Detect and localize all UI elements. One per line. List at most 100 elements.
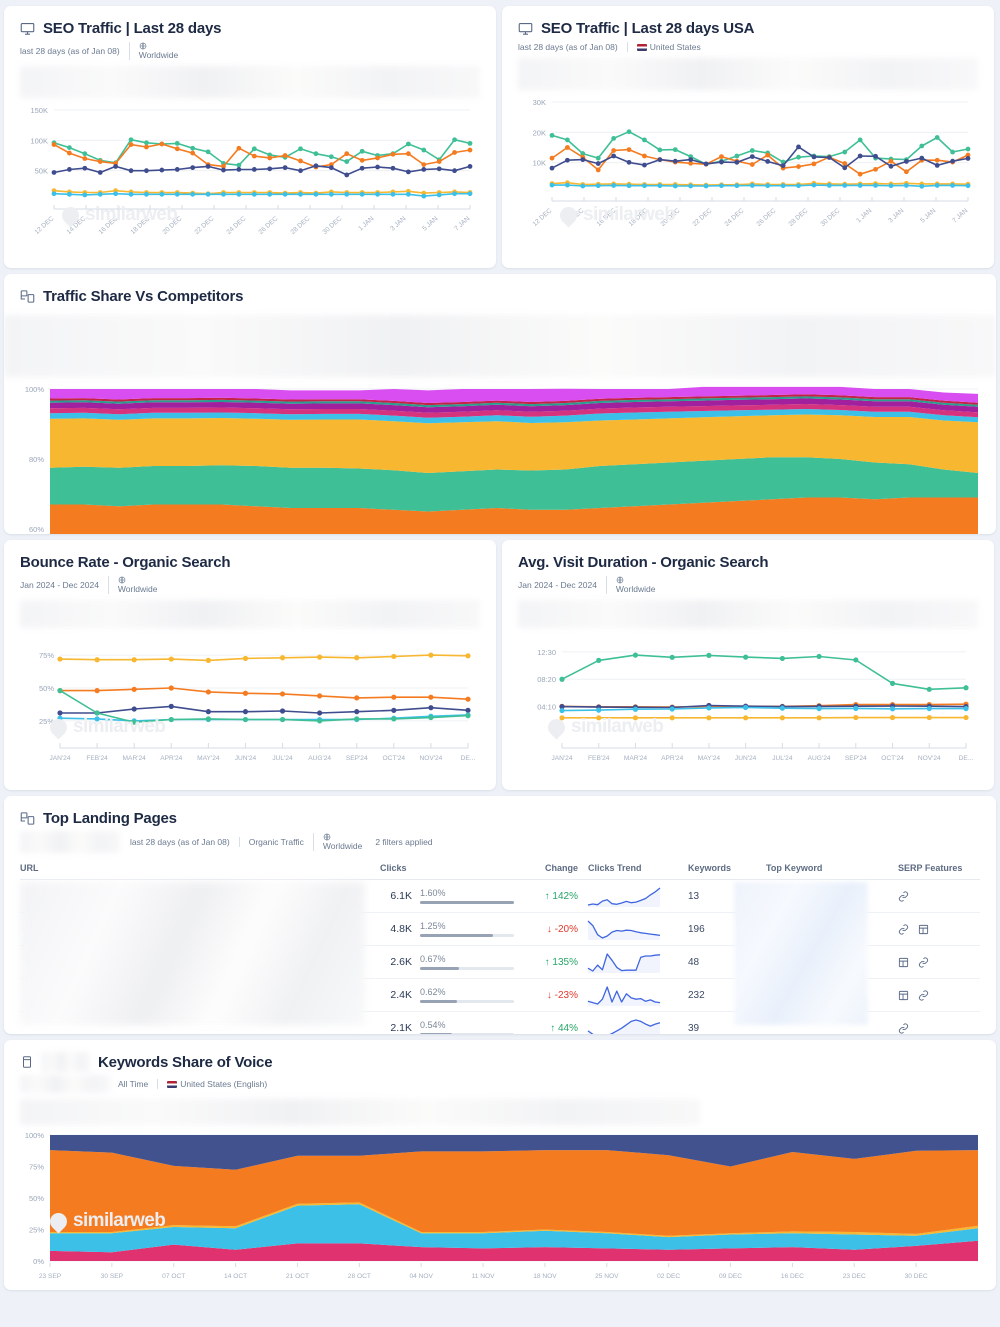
link-icon[interactable] <box>898 890 909 902</box>
link-icon[interactable] <box>918 956 929 968</box>
cell-change: ↑ 135% <box>516 945 588 979</box>
svg-text:18 DEC: 18 DEC <box>627 207 649 228</box>
cell-clicks-trend <box>587 1011 688 1034</box>
compare-icon <box>20 289 35 304</box>
svg-text:DE...: DE... <box>959 755 974 762</box>
ksov-subtitle: All Time United States (English) <box>118 1079 276 1089</box>
cell-clicks: 4.8K <box>380 912 420 946</box>
chart-traffic-share: 60% 80% 100% <box>25 385 978 534</box>
site-name-redacted <box>42 1052 90 1072</box>
widget-seo-traffic-worldwide: SEO Traffic | Last 28 days last 28 days … <box>4 6 496 268</box>
scope-chip[interactable]: Worldwide <box>107 576 167 594</box>
cell-clicks: 6.1K <box>380 879 420 913</box>
widget-visit-duration: Avg. Visit Duration - Organic Search Jan… <box>502 540 994 790</box>
svg-text:20 DEC: 20 DEC <box>161 215 183 236</box>
cell-clicks: 2.1K <box>380 1011 420 1034</box>
arrow-up-icon: ↑ <box>544 890 550 902</box>
date-range-chip[interactable]: last 28 days (as of Jan 08) <box>518 42 627 52</box>
url-column-redacted <box>20 882 365 1025</box>
page-title: SEO Traffic | Last 28 days USA <box>541 20 755 37</box>
svg-text:50K: 50K <box>35 167 48 176</box>
page-title: Avg. Visit Duration - Organic Search <box>518 554 769 571</box>
cell-serp-features <box>898 978 980 1012</box>
svg-text:JAN'24: JAN'24 <box>49 755 70 762</box>
svg-text:18 DEC: 18 DEC <box>129 215 151 236</box>
us-flag-icon <box>636 44 647 51</box>
svg-text:APR'24: APR'24 <box>160 755 182 762</box>
scope-chip[interactable]: Worldwide <box>312 833 372 851</box>
scope-chip[interactable]: Worldwide <box>128 42 188 60</box>
date-range-chip[interactable]: last 28 days (as of Jan 08) <box>20 46 129 56</box>
click-share-bar <box>420 967 514 970</box>
arrow-up-icon: ↑ <box>550 1022 556 1034</box>
col-serp-features[interactable]: SERP Features <box>898 863 980 880</box>
svg-text:30 DEC: 30 DEC <box>905 1273 928 1280</box>
svg-text:10K: 10K <box>533 159 546 168</box>
svg-text:1 JAN: 1 JAN <box>855 207 873 224</box>
arrow-up-icon: ↑ <box>544 956 550 968</box>
widget-seo-traffic-usa: SEO Traffic | Last 28 days USA last 28 d… <box>502 6 994 268</box>
svg-text:FEB'24: FEB'24 <box>86 755 108 762</box>
widget-bounce-rate: Bounce Rate - Organic Search Jan 2024 - … <box>4 540 496 790</box>
sparkline <box>587 887 661 907</box>
svg-text:60%: 60% <box>29 525 44 534</box>
site-name-redacted <box>20 831 120 853</box>
date-range-chip[interactable]: last 28 days (as of Jan 08) <box>130 837 239 847</box>
svg-text:04:10: 04:10 <box>537 703 556 712</box>
link-icon[interactable] <box>898 923 909 935</box>
svg-text:MAR'24: MAR'24 <box>123 755 147 762</box>
scope-chip[interactable]: United States <box>626 42 710 52</box>
monitor-icon <box>20 21 35 36</box>
cell-serp-features <box>898 879 980 913</box>
sparkline <box>587 920 661 940</box>
date-range-chip[interactable]: Jan 2024 - Dec 2024 <box>518 580 606 590</box>
scope-chip[interactable]: United States (English) <box>157 1079 276 1089</box>
col-change[interactable]: Change <box>516 863 588 880</box>
date-range-chip[interactable]: Jan 2024 - Dec 2024 <box>20 580 108 590</box>
legend-redacted <box>4 315 996 377</box>
click-share-bar <box>420 1000 514 1003</box>
chart-seo-traffic-usa: 10K 20K 30K 12 DEC 14 DEC 16 DEC 18 DEC 20 DEC 2… <box>531 98 971 228</box>
table-icon[interactable] <box>898 957 909 968</box>
col-clicks-trend[interactable]: Clicks Trend <box>588 863 688 880</box>
svg-text:21 OCT: 21 OCT <box>286 1273 309 1280</box>
arrow-down-icon: ↓ <box>546 923 552 935</box>
cell-clicks-trend <box>587 945 688 979</box>
svg-text:22 DEC: 22 DEC <box>691 207 713 228</box>
link-icon[interactable] <box>898 1022 909 1034</box>
col-clicks[interactable]: Clicks <box>380 863 516 880</box>
visit-duration-title-row: Avg. Visit Duration - Organic Search <box>518 554 978 571</box>
cell-clicks: 2.4K <box>380 978 420 1012</box>
col-keywords[interactable]: Keywords <box>688 863 766 880</box>
chart-bounce-rate: 25% 50% 75% JAN'24 FEB'24 MAR'24 APR'24 MAY'24 J… <box>39 651 476 762</box>
table-icon[interactable] <box>898 990 909 1001</box>
filters-chip[interactable]: 2 filters applied <box>371 837 441 847</box>
traffic-type-chip[interactable]: Organic Traffic <box>238 837 313 847</box>
svg-text:16 DEC: 16 DEC <box>781 1273 804 1280</box>
svg-text:07 OCT: 07 OCT <box>162 1273 185 1280</box>
col-url[interactable]: URL <box>20 863 380 880</box>
svg-text:30K: 30K <box>533 98 546 107</box>
svg-text:OCT'24: OCT'24 <box>881 755 904 762</box>
cell-change: ↑ 44% <box>516 1011 588 1034</box>
site-url-redacted <box>20 1075 110 1093</box>
link-icon[interactable] <box>918 989 929 1001</box>
svg-text:SEP'24: SEP'24 <box>845 755 867 762</box>
svg-text:14 OCT: 14 OCT <box>224 1273 247 1280</box>
date-range-chip[interactable]: All Time <box>118 1079 157 1089</box>
svg-text:08:20: 08:20 <box>537 675 556 684</box>
svg-text:7 JAN: 7 JAN <box>453 215 471 232</box>
svg-text:DE...: DE... <box>461 755 476 762</box>
svg-text:28 DEC: 28 DEC <box>289 215 311 236</box>
svg-text:26 DEC: 26 DEC <box>755 207 777 228</box>
svg-text:30 DEC: 30 DEC <box>819 207 841 228</box>
svg-text:02 DEC: 02 DEC <box>657 1273 680 1280</box>
scope-chip[interactable]: Worldwide <box>605 576 665 594</box>
cell-click-share: 1.25% <box>420 912 516 946</box>
svg-text:26 DEC: 26 DEC <box>257 215 279 236</box>
col-top-keyword[interactable]: Top Keyword <box>766 863 898 880</box>
cell-change: ↑ 142% <box>516 879 588 913</box>
table-icon[interactable] <box>918 924 929 935</box>
chart-keywords-share-of-voice: 0% 25% 50% 75% 100% 23 SEP 30 SEP 07 OCT 14 OCT 2… <box>25 1131 978 1280</box>
svg-text:AUG'24: AUG'24 <box>308 755 331 762</box>
